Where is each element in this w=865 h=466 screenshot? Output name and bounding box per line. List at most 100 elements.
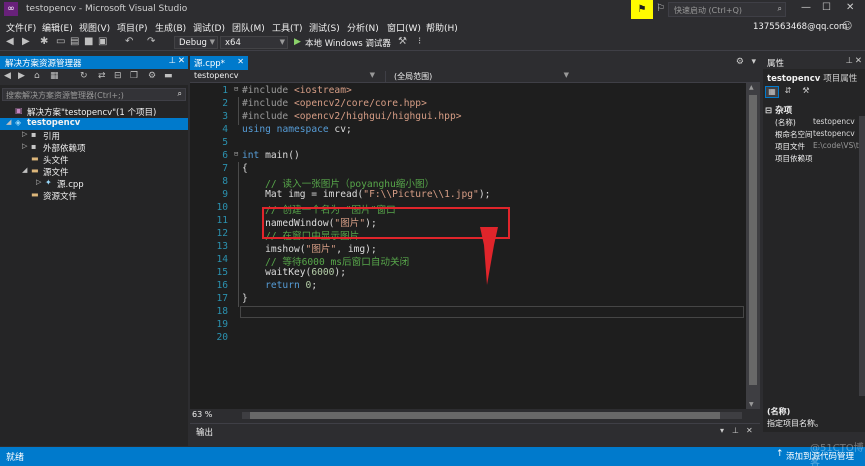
new-file-icon[interactable]: ▭ bbox=[56, 36, 65, 47]
run-dropdown-icon[interactable]: ▾ bbox=[384, 36, 388, 45]
user-icon[interactable]: ☺ bbox=[842, 21, 852, 32]
solution-explorer-toolbar: ◀ ▶ ⌂ ▦ ↻ ⇄ ⊟ ❐ ⚙ ▬ bbox=[0, 69, 188, 85]
feedback-icon[interactable]: ⚐ bbox=[656, 3, 665, 14]
property-pages-icon[interactable]: ⚒ bbox=[799, 86, 813, 98]
scope-dropdown[interactable]: (全局范围) ▼ bbox=[392, 71, 572, 82]
tree-item[interactable]: ▣ 解决方案"testopencv"(1 个项目) bbox=[0, 106, 188, 118]
object-name: testopencv bbox=[767, 74, 821, 84]
menu-team[interactable]: 团队(M) bbox=[232, 21, 265, 34]
menu-help[interactable]: 帮助(H) bbox=[426, 21, 458, 34]
menu-analyze[interactable]: 分析(N) bbox=[347, 21, 379, 34]
chevron-down-icon[interactable]: ▾ bbox=[751, 57, 756, 67]
save-all-icon[interactable]: ▣ bbox=[98, 36, 107, 47]
chevron-down-icon: ▼ bbox=[209, 38, 215, 46]
close-icon[interactable]: ✕ bbox=[178, 56, 185, 66]
horizontal-scroll-thumb[interactable] bbox=[250, 412, 720, 419]
tree-item[interactable]: ◢ ▬ 源文件 bbox=[0, 166, 188, 178]
minimize-icon[interactable]: — bbox=[801, 2, 811, 13]
tree-item[interactable]: ◢ ◈ testopencv bbox=[0, 118, 188, 130]
pending-changes-icon[interactable]: ↻ bbox=[80, 71, 88, 81]
property-row[interactable]: 项目依赖项 bbox=[775, 153, 863, 164]
show-all-files-icon[interactable]: ❐ bbox=[130, 71, 138, 81]
property-row[interactable]: (名称) testopencv bbox=[775, 117, 863, 128]
attach-icon[interactable]: ⚒ bbox=[398, 36, 407, 47]
menu-file[interactable]: 文件(F) bbox=[6, 21, 36, 34]
alphabetical-icon[interactable]: ⇵ bbox=[781, 86, 795, 98]
category-misc[interactable]: ⊟ 杂项 bbox=[765, 104, 792, 116]
editor-vertical-scrollbar[interactable]: ▲ ▼ bbox=[746, 83, 760, 409]
pin-icon[interactable]: ⊥ bbox=[732, 426, 739, 435]
expand-icon[interactable]: ▷ bbox=[22, 142, 27, 150]
properties-header: 属性 ⊥ ✕ bbox=[763, 56, 865, 69]
tree-item[interactable]: ▬ 资源文件 bbox=[0, 190, 188, 202]
new-project-icon[interactable]: ✱ bbox=[40, 36, 48, 47]
quick-launch-input[interactable]: 快速启动 (Ctrl+Q) ⌕ bbox=[668, 2, 786, 17]
scroll-down-icon[interactable]: ▼ bbox=[749, 401, 754, 408]
tree-item[interactable]: ▷ ▪ 外部依赖项 bbox=[0, 142, 188, 154]
properties-icon[interactable]: ⚙ bbox=[148, 71, 156, 81]
properties-object[interactable]: testopencv 项目属性 bbox=[767, 72, 857, 84]
line-number: 7 bbox=[222, 163, 228, 174]
account-name[interactable]: 1375563468@qq.com bbox=[753, 22, 847, 32]
collapse-icon[interactable]: ◢ bbox=[22, 166, 27, 174]
tree-item[interactable]: ▷ ✦ 源.cpp bbox=[0, 178, 188, 190]
expand-icon[interactable]: ▷ bbox=[22, 130, 27, 138]
back-icon[interactable]: ◀ bbox=[6, 36, 14, 47]
scroll-up-icon[interactable]: ▲ bbox=[749, 84, 754, 91]
tab-source-cpp[interactable]: 源.cpp* ✕ bbox=[190, 56, 248, 70]
properties-scrollbar[interactable] bbox=[859, 116, 865, 396]
project-dropdown[interactable]: testopencv ▼ bbox=[192, 71, 378, 82]
categorized-icon[interactable]: ▦ bbox=[765, 86, 779, 98]
close-icon[interactable]: ✕ bbox=[746, 426, 753, 435]
tree-item[interactable]: ▬ 头文件 bbox=[0, 154, 188, 166]
maximize-icon[interactable]: ☐ bbox=[822, 2, 831, 13]
chevron-down-icon[interactable]: ▾ bbox=[720, 426, 724, 435]
menu-view[interactable]: 视图(V) bbox=[79, 21, 110, 34]
menu-test[interactable]: 测试(S) bbox=[309, 21, 340, 34]
property-row[interactable]: 项目文件 E:\code\VS\t bbox=[775, 141, 863, 152]
back-icon[interactable]: ◀ bbox=[4, 71, 11, 81]
open-icon[interactable]: ▤ bbox=[70, 36, 79, 47]
undo-icon[interactable]: ↶ bbox=[125, 36, 133, 47]
tree-item[interactable]: ▷ ▪ 引用 bbox=[0, 130, 188, 142]
property-row[interactable]: 根命名空间 testopencv bbox=[775, 129, 863, 140]
switch-views-icon[interactable]: ▦ bbox=[50, 71, 59, 81]
pin-icon[interactable]: ⊥ bbox=[169, 56, 176, 66]
forward-icon[interactable]: ▶ bbox=[18, 71, 25, 81]
code-area[interactable]: 1 2 3 4 5 6 7 8 9 10 11 12 13 14 15 16 1… bbox=[190, 83, 746, 409]
menu-project[interactable]: 项目(P) bbox=[117, 21, 147, 34]
home-icon[interactable]: ⌂ bbox=[34, 71, 40, 81]
menu-window[interactable]: 窗口(W) bbox=[387, 21, 421, 34]
menu-tools[interactable]: 工具(T) bbox=[272, 21, 303, 34]
pin-icon[interactable]: ⊥ bbox=[846, 56, 853, 66]
fold-icon[interactable]: ⊟ bbox=[234, 150, 238, 158]
menu-edit[interactable]: 编辑(E) bbox=[42, 21, 73, 34]
run-debugger-button[interactable]: 本地 Windows 调试器 bbox=[305, 37, 391, 49]
code-line-15: waitKey(6000); bbox=[242, 267, 346, 278]
output-label[interactable]: 输出 bbox=[196, 426, 213, 438]
expand-icon[interactable]: ▷ bbox=[36, 178, 41, 186]
close-icon[interactable]: ✕ bbox=[855, 56, 862, 66]
play-icon[interactable]: ▶ bbox=[294, 37, 301, 47]
preview-icon[interactable]: ▬ bbox=[164, 71, 173, 81]
forward-icon[interactable]: ▶ bbox=[22, 36, 30, 47]
collapse-icon[interactable]: ◢ bbox=[6, 118, 11, 126]
fold-icon[interactable]: ⊟ bbox=[234, 85, 238, 93]
toolbar-more-icon[interactable]: ⁝ bbox=[418, 36, 421, 47]
zoom-level[interactable]: 63 % bbox=[192, 410, 212, 419]
sync-icon[interactable]: ⇄ bbox=[98, 71, 106, 81]
config-select[interactable]: Debug ▼ bbox=[174, 36, 218, 49]
platform-select[interactable]: x64 ▼ bbox=[220, 36, 288, 49]
settings-icon[interactable]: ⚙ bbox=[736, 57, 744, 67]
menu-build[interactable]: 生成(B) bbox=[155, 21, 186, 34]
notification-icon[interactable]: ⚑ bbox=[631, 0, 653, 19]
menu-debug[interactable]: 调试(D) bbox=[193, 21, 225, 34]
collapse-all-icon[interactable]: ⊟ bbox=[114, 71, 122, 81]
save-icon[interactable]: ■ bbox=[84, 36, 93, 47]
solution-search-input[interactable]: 搜索解决方案资源管理器(Ctrl+;) ⌕ bbox=[2, 88, 186, 101]
close-icon[interactable]: ✕ bbox=[237, 57, 244, 66]
redo-icon[interactable]: ↷ bbox=[147, 36, 155, 47]
close-icon[interactable]: ✕ bbox=[846, 2, 854, 13]
scroll-thumb[interactable] bbox=[749, 95, 757, 385]
line-number: 9 bbox=[222, 189, 228, 200]
